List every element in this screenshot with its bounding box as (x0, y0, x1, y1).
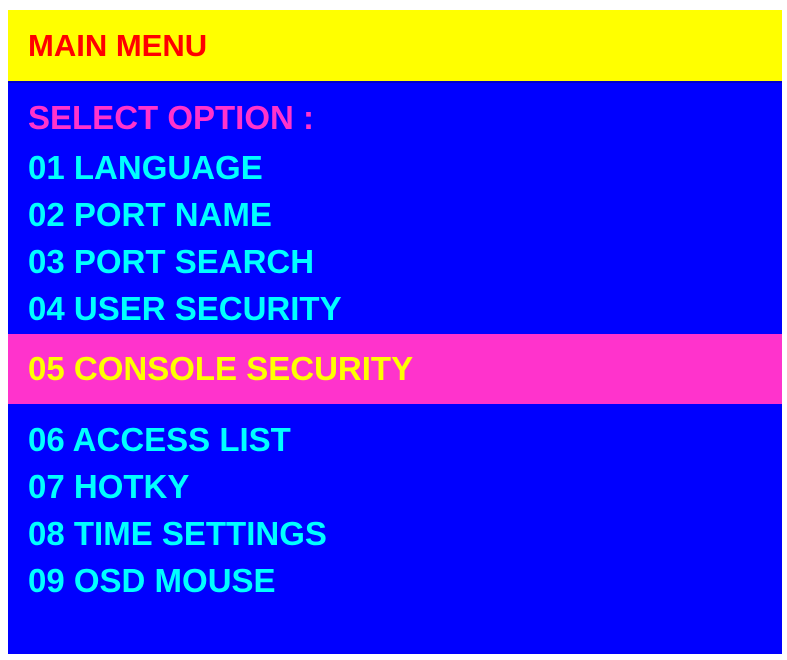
menu-item-osd-mouse[interactable]: 09 OSD MOUSE (28, 561, 276, 601)
menu-item-port-search[interactable]: 03 PORT SEARCH (28, 242, 314, 282)
header-divider (8, 81, 782, 83)
menu-item-hotkey[interactable]: 07 HOTKY (28, 467, 189, 507)
menu-item-port-name[interactable]: 02 PORT NAME (28, 195, 272, 235)
menu-item-user-security[interactable]: 04 USER SECURITY (28, 289, 342, 329)
menu-item-time-settings[interactable]: 08 TIME SETTINGS (28, 514, 327, 554)
menu-item-console-security-selected[interactable]: 05 CONSOLE SECURITY (8, 334, 782, 404)
menu-header-bar: MAIN MENU (8, 10, 782, 81)
menu-item-console-security-label: 05 CONSOLE SECURITY (28, 350, 414, 387)
select-option-prompt: SELECT OPTION : (28, 99, 315, 136)
menu-item-access-list[interactable]: 06 ACCESS LIST (28, 420, 291, 460)
osd-main-menu-panel: MAIN MENU SELECT OPTION : 01 LANGUAGE 02… (8, 10, 782, 654)
menu-item-language[interactable]: 01 LANGUAGE (28, 148, 263, 188)
menu-title: MAIN MENU (28, 28, 208, 63)
